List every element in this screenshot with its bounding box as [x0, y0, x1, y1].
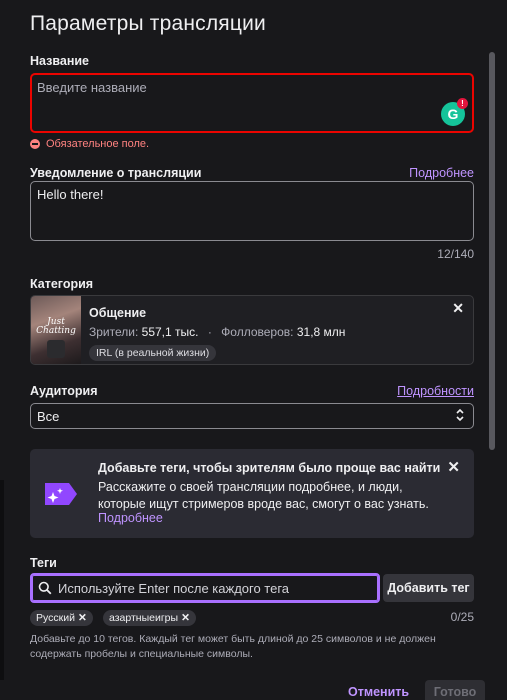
tag-input[interactable]: Используйте Enter после каждого тега: [30, 573, 380, 603]
tags-label: Теги: [30, 556, 57, 570]
name-label: Название: [30, 54, 90, 68]
category-stats: Зрители: 557,1 тыс. · Фолловеров: 31,8 м…: [89, 325, 345, 339]
title-error: Обязательное поле.: [30, 138, 149, 150]
cancel-button[interactable]: Отменить: [348, 685, 409, 699]
tag-chip-label: Русский: [36, 612, 75, 624]
title-input-placeholder: Введите название: [37, 80, 147, 95]
audience-details-link[interactable]: Подробности: [397, 384, 474, 398]
scrollbar-thumb[interactable]: [489, 52, 495, 450]
notification-label: Уведомление о трансляции: [30, 166, 202, 180]
promo-learn-more-link[interactable]: Подробнее: [98, 511, 163, 525]
tags-promo-banner: Добавьте теги, чтобы зрителям было проще…: [30, 449, 474, 538]
audience-selected-value: Все: [37, 409, 60, 424]
audience-select[interactable]: Все: [30, 403, 474, 429]
grammarly-icon[interactable]: G !: [441, 98, 468, 126]
followers-value: 31,8 млн: [296, 325, 346, 339]
promo-title: Добавьте теги, чтобы зрителям было проще…: [98, 461, 441, 475]
tag-chip[interactable]: Русский ✕: [30, 610, 93, 626]
search-icon: [38, 581, 52, 595]
add-tag-button[interactable]: Добавить тег: [383, 574, 474, 602]
grammarly-letter: G: [447, 106, 459, 122]
tag-chip-label: азартныеигры: [109, 612, 179, 624]
chevron-up-down-icon: [455, 407, 465, 424]
tags-counter: 0/25: [450, 610, 474, 624]
boxart-mug-image: [47, 340, 65, 358]
remove-tag-icon[interactable]: ✕: [78, 612, 87, 624]
tags-hint: Добавьте до 10 тегов. Каждый тег может б…: [30, 633, 436, 660]
dialog-title: Параметры трансляции: [30, 12, 266, 35]
category-label: Категория: [30, 277, 94, 291]
promo-body: Расскажите о своей трансляции подробнее,…: [98, 480, 429, 511]
backdrop-edge: [0, 480, 4, 680]
viewers-label: Зрители:: [89, 325, 139, 339]
stats-separator: ·: [207, 325, 212, 339]
notification-textarea[interactable]: Hello there!: [30, 181, 474, 241]
remove-tag-icon[interactable]: ✕: [181, 612, 190, 624]
category-name[interactable]: Общение: [89, 306, 146, 320]
done-button[interactable]: Готово: [425, 680, 485, 700]
grammarly-alert-badge: !: [457, 98, 468, 109]
notification-value: Hello there!: [37, 187, 104, 202]
tag-input-placeholder: Используйте Enter после каждого тега: [58, 581, 290, 596]
notification-learn-more-link[interactable]: Подробнее: [409, 166, 474, 180]
category-boxart: Just Chatting: [31, 296, 81, 364]
audience-label: Аудитория: [30, 384, 98, 398]
remove-category-icon[interactable]: ✕: [452, 300, 464, 317]
boxart-text: Just Chatting: [36, 317, 76, 336]
category-tag[interactable]: IRL (в реальной жизни): [89, 345, 217, 361]
close-promo-icon[interactable]: ✕: [447, 458, 460, 476]
category-card: Just Chatting Общение Зрители: 557,1 тыс…: [30, 295, 474, 365]
error-icon: [30, 139, 40, 149]
title-error-text: Обязательное поле.: [46, 138, 150, 150]
stream-settings-dialog: Параметры трансляции Название Введите на…: [0, 0, 507, 700]
notification-counter: 12/140: [437, 247, 474, 261]
tag-chip[interactable]: азартныеигры ✕: [103, 610, 196, 626]
tag-sparkle-icon: [43, 479, 79, 509]
viewers-value: 557,1 тыс.: [141, 325, 199, 339]
title-input[interactable]: Введите название G !: [30, 73, 474, 133]
followers-label: Фолловеров:: [221, 325, 294, 339]
